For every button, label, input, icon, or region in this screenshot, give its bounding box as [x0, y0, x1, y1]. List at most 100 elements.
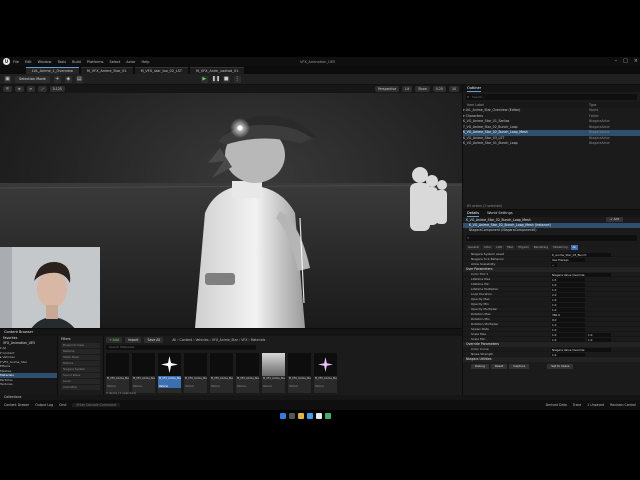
asset-search-input[interactable]: Search Materials — [106, 345, 256, 350]
filter-item[interactable]: Static Mesh — [61, 355, 100, 360]
filter-lod[interactable]: LOD — [494, 245, 505, 250]
menu-file[interactable]: File — [13, 60, 19, 64]
add-asset-button[interactable]: + Add — [106, 337, 122, 343]
save-icon[interactable]: ▣ — [4, 75, 11, 83]
blueprint-icon[interactable]: ◈ — [64, 75, 72, 83]
menu-build[interactable]: Build — [72, 60, 81, 64]
add-content-icon[interactable]: + — [53, 75, 61, 83]
viewport-menu-button[interactable]: ☰ — [3, 86, 12, 92]
transform-rotate-icon[interactable]: ⟳ — [26, 86, 36, 92]
property-value[interactable]: Niagara Value Override — [551, 272, 611, 277]
asset-tile[interactable]: M_VFX_Anime_Star_02 Material — [132, 353, 155, 393]
capture-button[interactable]: Capture — [509, 364, 530, 369]
tab-world-settings[interactable]: World Settings — [487, 210, 513, 217]
property-value[interactable]: 360.0 — [551, 312, 585, 317]
cmd-button[interactable]: Cmd — [59, 403, 66, 407]
transform-move-icon[interactable]: ✥ — [14, 86, 24, 92]
property-value-2[interactable]: 1.0 — [587, 332, 611, 337]
stop-icon[interactable]: ■ — [222, 75, 230, 83]
property-value[interactable]: 1.0 — [551, 282, 585, 287]
property-value[interactable]: 1.0 — [551, 287, 585, 292]
tab-level[interactable]: LVL_Anime_1_Overview — [26, 67, 80, 74]
tab-details[interactable]: Details — [467, 210, 480, 217]
property-value[interactable]: 1.0 — [551, 352, 585, 357]
grid-snap-button[interactable]: 10 — [448, 86, 459, 92]
app-taskbar-icon[interactable] — [325, 413, 331, 419]
property-value-2[interactable]: 1.0 — [587, 337, 611, 342]
unsaved-indicator[interactable]: 1 Unsaved — [587, 403, 604, 407]
filter-item[interactable]: Sound Wave — [61, 373, 100, 378]
debug-button[interactable]: Debug — [471, 364, 489, 369]
zoom-readout[interactable]: 0.125 — [49, 86, 65, 92]
transform-scale-icon[interactable]: ⤢ — [38, 86, 47, 92]
unreal-taskbar-icon[interactable] — [316, 413, 322, 419]
cinematics-icon[interactable]: ▤ — [75, 75, 83, 83]
camera-speed-button[interactable]: 0.25 — [432, 86, 446, 92]
tab-material-3[interactable]: M_VFX_Anim_vadrod_01 — [190, 67, 245, 74]
property-value[interactable]: 0.0 — [551, 317, 585, 322]
filter-item[interactable]: Material — [61, 349, 100, 354]
more-options-icon[interactable]: ⋮ — [233, 75, 241, 83]
property-value[interactable]: Use Prereqs — [551, 257, 585, 262]
menu-actor[interactable]: Actor — [126, 60, 135, 64]
pause-icon[interactable]: ❚❚ — [211, 75, 220, 83]
property-value[interactable]: 1.0 — [551, 327, 585, 332]
tab-material-1[interactable]: M_VFX_Anime_Star_01 — [81, 67, 133, 74]
console-input[interactable]: Enter Console Command — [72, 403, 121, 407]
component-row[interactable]: NiagaraComponent (NiagaraComponent0) — [463, 228, 640, 233]
close-icon[interactable]: × — [634, 58, 638, 64]
property-value[interactable]: 1.0 — [551, 322, 585, 327]
filter-item[interactable]: Animation — [61, 385, 100, 390]
level-viewport[interactable]: ☰ ✥ ⟳ ⤢ 0.125 Perspective Lit Show 0.25 … — [0, 85, 462, 328]
menu-help[interactable]: Help — [142, 60, 150, 64]
add-component-button[interactable]: + Add — [606, 217, 624, 222]
menu-select[interactable]: Select — [109, 60, 120, 64]
unreal-logo-icon[interactable]: U — [3, 58, 10, 65]
property-value[interactable]: 1.5 — [551, 277, 585, 282]
menu-platforms[interactable]: Platforms — [87, 60, 104, 64]
filter-item[interactable]: Texture — [61, 361, 100, 366]
filters-header[interactable]: Filters — [58, 336, 103, 342]
property-value[interactable]: 2.0 — [551, 292, 585, 297]
outliner-title[interactable]: Outliner — [467, 85, 482, 92]
windows-start-icon[interactable] — [280, 413, 286, 419]
property-value[interactable]: 1.0 — [551, 307, 585, 312]
play-button[interactable]: ▶ — [200, 75, 208, 83]
checkbox[interactable]: ✓ — [551, 262, 557, 267]
property-value[interactable]: 1.0 — [551, 302, 585, 307]
filter-misc[interactable]: Misc — [505, 245, 516, 250]
details-search-input[interactable]: ⌕ — [466, 235, 637, 241]
asset-tile[interactable]: M_VFX_Anime_Star_05 Material — [236, 353, 259, 393]
maximize-icon[interactable]: □ — [623, 58, 628, 64]
filter-physics[interactable]: Physics — [516, 245, 531, 250]
set-to-value-button[interactable]: Set to Value — [547, 364, 574, 369]
trace-button[interactable]: Trace — [573, 403, 581, 407]
lit-button[interactable]: Lit — [402, 86, 413, 92]
asset-tile[interactable]: M_VFX_Anime_Star_04 Material — [210, 353, 233, 393]
filter-item[interactable]: Niagara System — [61, 367, 100, 372]
filter-rendering[interactable]: Rendering — [531, 245, 551, 250]
filter-streaming[interactable]: Streaming — [551, 245, 570, 250]
content-drawer-button[interactable]: Content Drawer — [4, 403, 29, 407]
menu-tools[interactable]: Tools — [57, 60, 66, 64]
asset-tile-selected[interactable]: M_VFX_Anime_Star_Procedural_01 Material — [158, 353, 181, 393]
tab-material-2[interactable]: M_VFX_star_loo_02_LST — [134, 67, 188, 74]
outliner-search-input[interactable]: ⌕ Search... — [466, 94, 637, 100]
output-log-button[interactable]: Output Log — [35, 403, 53, 407]
search-taskbar-icon[interactable] — [289, 413, 295, 419]
save-all-button[interactable]: Save All — [144, 337, 164, 343]
filter-item[interactable]: Level — [61, 379, 100, 384]
property-value[interactable]: 1.0 — [551, 297, 585, 302]
asset-tile[interactable]: M_VFX_Anime_Star_08 Material — [314, 353, 337, 393]
reset-button[interactable]: Reset — [490, 364, 508, 369]
menu-edit[interactable]: Edit — [25, 60, 32, 64]
folder-tree-item[interactable]: Textures — [0, 382, 57, 387]
revision-control-button[interactable]: Revision Control — [610, 403, 636, 407]
filter-item[interactable]: Blueprint Class — [61, 343, 100, 348]
derived-data-button[interactable]: Derived Data — [546, 403, 567, 407]
file-explorer-icon[interactable] — [298, 413, 304, 419]
asset-tile[interactable]: M_VFX_Anime_Star_01 Material — [106, 353, 129, 393]
menu-window[interactable]: Window — [38, 60, 52, 64]
import-button[interactable]: Import — [124, 337, 142, 343]
minimize-icon[interactable]: – — [615, 58, 618, 64]
